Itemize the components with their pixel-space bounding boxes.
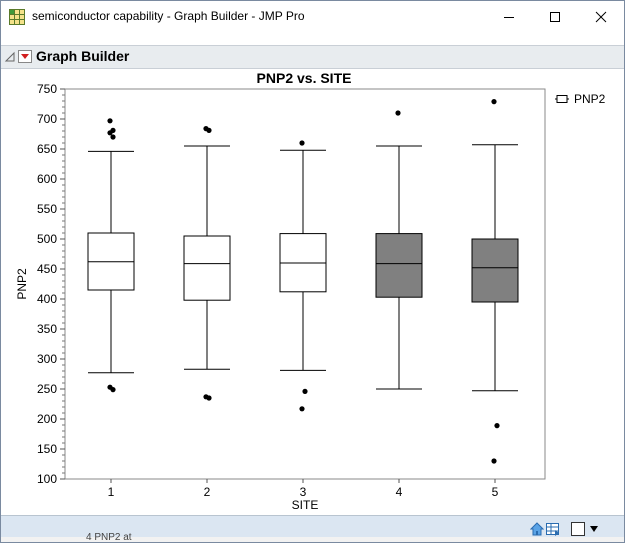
outlier-point	[299, 406, 305, 412]
iqr-box	[183, 235, 231, 301]
home-icon[interactable]	[530, 521, 544, 537]
outlier-point	[299, 140, 305, 146]
outline-title: Graph Builder	[36, 48, 130, 64]
outlier-point	[302, 388, 308, 394]
chart-area: PNP2 vs. SITE 100 150 200 250 300 350 400 450 50…	[1, 67, 624, 515]
outlier-point	[395, 110, 401, 116]
iqr-box	[375, 233, 423, 298]
outlier-point	[107, 118, 113, 124]
y-tick-label: 350	[37, 322, 57, 336]
close-button[interactable]	[578, 1, 624, 33]
y-tick-label: 100	[37, 472, 57, 486]
graph-builder-window: semiconductor capability - Graph Builder…	[0, 0, 625, 543]
x-axis-label: SITE	[292, 498, 319, 512]
y-tick-label: 750	[37, 82, 57, 96]
legend: PNP2	[555, 92, 606, 106]
window-title: semiconductor capability - Graph Builder…	[32, 9, 305, 23]
outlier-point	[206, 127, 212, 133]
y-tick-label: 150	[37, 442, 57, 456]
y-tick-label: 250	[37, 382, 57, 396]
outlier-point	[494, 423, 500, 429]
table-icon[interactable]	[546, 521, 560, 537]
y-axis-label: PNP2	[15, 268, 29, 300]
box-legend-icon	[555, 95, 569, 103]
minimize-icon	[503, 11, 515, 23]
disclosure-triangle-icon[interactable]	[4, 50, 16, 62]
box-plot-chart: PNP2 vs. SITE 100 150 200 250 300 350 400 450 50…	[15, 70, 606, 512]
y-tick-label: 700	[37, 112, 57, 126]
maximize-icon	[549, 11, 561, 23]
graph-builder-outline-header: Graph Builder	[1, 45, 624, 69]
x-tick-label: 5	[492, 485, 499, 499]
dropdown-icon[interactable]	[589, 521, 599, 537]
square-icon[interactable]	[571, 521, 585, 537]
y-tick-label: 500	[37, 232, 57, 246]
y-axis: 100 150 200 250 300 350 400 450 500 550 600 650 700 7…	[37, 82, 65, 486]
close-icon	[595, 11, 607, 23]
outlier-point	[110, 134, 116, 140]
y-tick-label: 550	[37, 202, 57, 216]
outlier-point	[107, 130, 113, 136]
grid-table-icon	[9, 9, 25, 25]
x-tick-label: 1	[108, 485, 115, 499]
bottom-strip-text: 4 PNP2 at	[86, 532, 132, 543]
outlier-point	[110, 387, 116, 393]
y-tick-label: 400	[37, 292, 57, 306]
outlier-point	[491, 99, 497, 105]
minimize-button[interactable]	[486, 1, 532, 33]
x-tick-label: 4	[396, 485, 403, 499]
outlier-point	[491, 458, 497, 464]
iqr-box	[471, 238, 519, 303]
red-triangle-menu-icon[interactable]	[18, 50, 32, 63]
y-tick-label: 650	[37, 142, 57, 156]
maximize-button[interactable]	[532, 1, 578, 33]
y-tick-label: 300	[37, 352, 57, 366]
bottom-strip: 4 PNP2 at	[1, 532, 624, 542]
x-axis: 1 2 3 4 5	[108, 479, 499, 499]
y-tick-label: 450	[37, 262, 57, 276]
chart-title: PNP2 vs. SITE	[257, 70, 352, 86]
y-tick-label: 200	[37, 412, 57, 426]
y-tick-label: 600	[37, 172, 57, 186]
outlier-point	[206, 395, 212, 401]
legend-label: PNP2	[574, 92, 606, 106]
x-tick-label: 3	[300, 485, 307, 499]
x-tick-label: 2	[204, 485, 211, 499]
title-bar: semiconductor capability - Graph Builder…	[1, 1, 624, 33]
